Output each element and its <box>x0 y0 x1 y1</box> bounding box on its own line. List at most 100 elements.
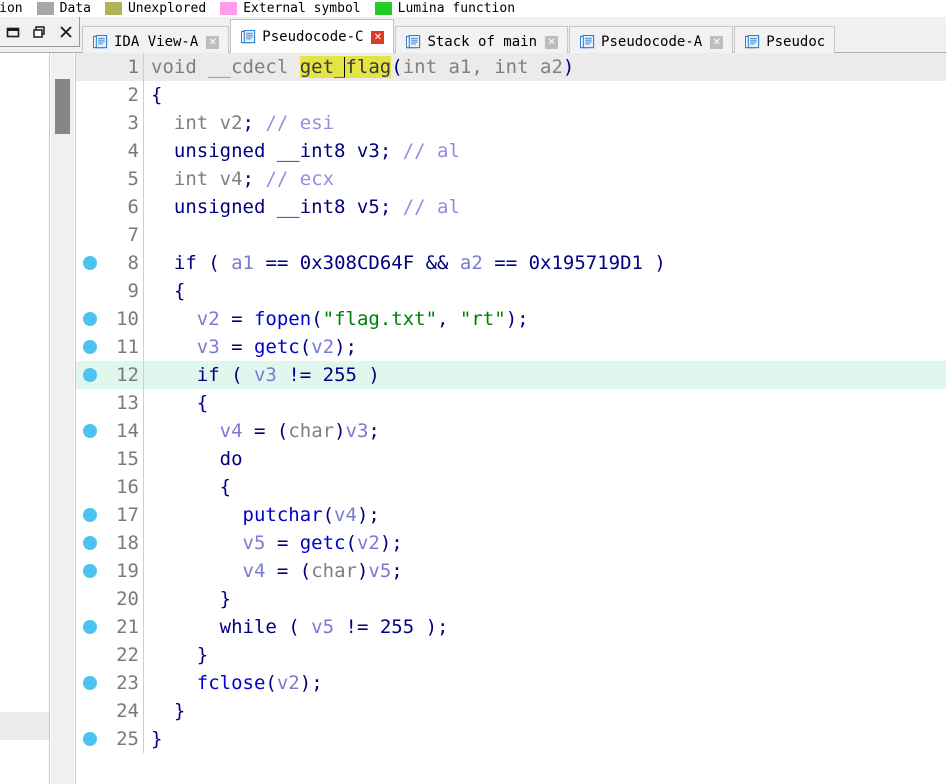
tab-ida-view-a[interactable]: IDA View-A ✕ <box>82 26 230 53</box>
code-text[interactable]: v3 = getc(v2); <box>148 333 946 361</box>
breakpoint-marker-icon[interactable] <box>76 249 103 277</box>
breakpoint-slot[interactable] <box>76 193 103 221</box>
code-line[interactable]: 24 } <box>76 697 946 725</box>
code-text[interactable]: unsigned __int8 v5; // al <box>148 193 946 221</box>
graph-overview-panel[interactable] <box>0 712 49 740</box>
code-text[interactable]: { <box>148 277 946 305</box>
tab-pseudocode-c[interactable]: Pseudocode-C ✕ <box>230 19 395 53</box>
code-line[interactable]: 10 v2 = fopen("flag.txt", "rt"); <box>76 305 946 333</box>
code-line[interactable]: 17 putchar(v4); <box>76 501 946 529</box>
breakpoint-slot[interactable] <box>76 81 103 109</box>
code-line[interactable]: 22 } <box>76 641 946 669</box>
code-line[interactable]: 19 v4 = (char)v5; <box>76 557 946 585</box>
code-line[interactable]: 2{ <box>76 81 946 109</box>
code-line[interactable]: 12 if ( v3 != 255 ) <box>76 361 946 389</box>
breakpoint-marker-icon[interactable] <box>76 501 103 529</box>
code-text[interactable]: v4 = (char)v3; <box>148 417 946 445</box>
code-line[interactable]: 23 fclose(v2); <box>76 669 946 697</box>
breakpoint-marker-icon[interactable] <box>76 333 103 361</box>
close-icon[interactable] <box>56 22 76 42</box>
tab-close-icon[interactable]: ✕ <box>206 35 220 49</box>
code-line[interactable]: 5 int v4; // ecx <box>76 165 946 193</box>
breakpoint-slot[interactable] <box>76 585 103 613</box>
code-line[interactable]: 8 if ( a1 == 0x308CD64F && a2 == 0x19571… <box>76 249 946 277</box>
code-text[interactable]: } <box>148 641 946 669</box>
code-line[interactable]: 3 int v2; // esi <box>76 109 946 137</box>
breakpoint-dot[interactable] <box>82 676 97 690</box>
breakpoint-dot[interactable] <box>82 340 97 354</box>
breakpoint-dot[interactable] <box>82 424 97 438</box>
breakpoint-marker-icon[interactable] <box>76 305 103 333</box>
breakpoint-slot[interactable] <box>76 221 103 249</box>
breakpoint-marker-icon[interactable] <box>76 557 103 585</box>
breakpoint-marker-icon[interactable] <box>76 669 103 697</box>
code-line[interactable]: 15 do <box>76 445 946 473</box>
code-text[interactable]: } <box>148 697 946 725</box>
breakpoint-marker-icon[interactable] <box>76 725 103 753</box>
code-text[interactable]: int v2; // esi <box>148 109 946 137</box>
code-line[interactable]: 16 { <box>76 473 946 501</box>
tab-close-icon[interactable]: ✕ <box>545 35 559 49</box>
code-text[interactable]: { <box>148 81 946 109</box>
tab-stack-of-main[interactable]: Stack of main ✕ <box>395 26 569 53</box>
breakpoint-slot[interactable] <box>76 445 103 473</box>
code-text[interactable]: unsigned __int8 v3; // al <box>148 137 946 165</box>
code-line[interactable]: 13 { <box>76 389 946 417</box>
pseudocode-code-pane[interactable]: 1 void __cdecl get_flag(int a1, int a2) 2{… <box>75 53 946 784</box>
breakpoint-slot[interactable] <box>76 53 103 81</box>
code-line[interactable]: 4 unsigned __int8 v3; // al <box>76 137 946 165</box>
breakpoint-dot[interactable] <box>82 368 97 382</box>
breakpoint-slot[interactable] <box>76 109 103 137</box>
minimize-icon[interactable] <box>3 22 23 42</box>
tab-close-icon[interactable]: ✕ <box>710 35 724 49</box>
code-text[interactable]: fclose(v2); <box>148 669 946 697</box>
code-text[interactable]: putchar(v4); <box>148 501 946 529</box>
code-text[interactable]: v2 = fopen("flag.txt", "rt"); <box>148 305 946 333</box>
code-line[interactable]: 7 <box>76 221 946 249</box>
code-text[interactable]: int v4; // ecx <box>148 165 946 193</box>
breakpoint-slot[interactable] <box>76 277 103 305</box>
breakpoint-dot[interactable] <box>82 620 97 634</box>
breakpoint-dot[interactable] <box>82 564 97 578</box>
breakpoint-slot[interactable] <box>76 389 103 417</box>
code-text[interactable]: v4 = (char)v5; <box>148 557 946 585</box>
breakpoint-dot[interactable] <box>82 312 97 326</box>
code-text[interactable]: do <box>148 445 946 473</box>
restore-icon[interactable] <box>29 22 49 42</box>
code-line[interactable]: 25} <box>76 725 946 753</box>
code-line[interactable]: 21 while ( v5 != 255 ); <box>76 613 946 641</box>
breakpoint-dot[interactable] <box>82 732 97 746</box>
breakpoint-marker-icon[interactable] <box>76 613 103 641</box>
code-line[interactable]: 18 v5 = getc(v2); <box>76 529 946 557</box>
code-text[interactable]: while ( v5 != 255 ); <box>148 613 946 641</box>
code-line[interactable]: 11 v3 = getc(v2); <box>76 333 946 361</box>
code-text[interactable]: } <box>148 585 946 613</box>
breakpoint-slot[interactable] <box>76 165 103 193</box>
breakpoint-slot[interactable] <box>76 473 103 501</box>
code-text[interactable]: v5 = getc(v2); <box>148 529 946 557</box>
tab-pseudoc[interactable]: Pseudoc <box>734 26 836 53</box>
code-line[interactable]: 6 unsigned __int8 v5; // al <box>76 193 946 221</box>
code-text[interactable]: { <box>148 389 946 417</box>
code-line[interactable]: 20 } <box>76 585 946 613</box>
code-line[interactable]: 9 { <box>76 277 946 305</box>
breakpoint-dot[interactable] <box>82 508 97 522</box>
outer-vertical-scrollbar[interactable] <box>51 53 74 784</box>
code-text[interactable]: void __cdecl get_flag(int a1, int a2) <box>148 53 946 81</box>
tab-close-icon[interactable]: ✕ <box>371 30 385 44</box>
code-text[interactable]: if ( a1 == 0x308CD64F && a2 == 0x195719D… <box>148 249 946 277</box>
breakpoint-marker-icon[interactable] <box>76 417 103 445</box>
code-text[interactable]: { <box>148 473 946 501</box>
code-line[interactable]: 14 v4 = (char)v3; <box>76 417 946 445</box>
code-text[interactable]: } <box>148 725 946 753</box>
breakpoint-dot[interactable] <box>82 256 97 270</box>
tab-pseudocode-a[interactable]: Pseudocode-A ✕ <box>569 26 734 53</box>
breakpoint-slot[interactable] <box>76 697 103 725</box>
code-text[interactable]: if ( v3 != 255 ) <box>148 361 946 389</box>
breakpoint-marker-icon[interactable] <box>76 529 103 557</box>
breakpoint-slot[interactable] <box>76 137 103 165</box>
code-line[interactable]: 1 void __cdecl get_flag(int a1, int a2) <box>76 53 946 81</box>
breakpoint-dot[interactable] <box>82 536 97 550</box>
breakpoint-marker-icon[interactable] <box>76 361 103 389</box>
scrollbar-thumb[interactable] <box>55 79 70 134</box>
